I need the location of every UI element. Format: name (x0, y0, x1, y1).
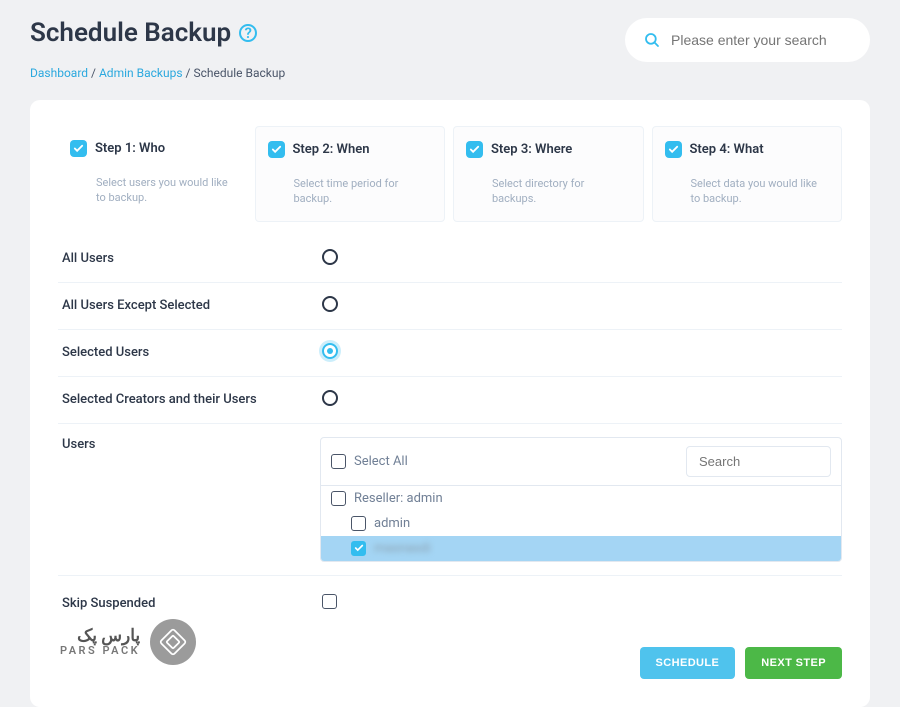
check-icon (70, 140, 87, 157)
help-icon[interactable]: ? (239, 24, 257, 42)
list-item-label: admin (374, 516, 410, 531)
next-step-button[interactable]: NEXT STEP (745, 647, 842, 679)
checkbox-user-selected[interactable] (351, 541, 366, 556)
option-label: Selected Users (58, 345, 320, 360)
radio-all-users[interactable] (322, 249, 338, 265)
select-all-label: Select All (354, 454, 408, 469)
step-where[interactable]: Step 3: Where Select directory for backu… (453, 126, 644, 222)
schedule-button[interactable]: SCHEDULE (640, 647, 736, 679)
check-icon (665, 141, 682, 158)
step-desc: Select directory for backups. (466, 176, 631, 207)
steps-row: Step 1: Who Select users you would like … (58, 126, 842, 222)
step-desc: Select data you would like to backup. (665, 176, 830, 207)
breadcrumb-current: Schedule Backup (193, 66, 285, 80)
step-when[interactable]: Step 2: When Select time period for back… (255, 126, 446, 222)
radio-all-except[interactable] (322, 296, 338, 312)
option-label: Selected Creators and their Users (58, 392, 320, 407)
breadcrumb-admin-backups[interactable]: Admin Backups (99, 66, 183, 80)
step-title: Step 2: When (293, 142, 370, 157)
users-panel: Select All Reseller: admin admin masnasd… (320, 437, 842, 562)
step-title: Step 1: Who (95, 141, 165, 156)
radio-selected-users[interactable] (322, 343, 338, 359)
main-card: Step 1: Who Select users you would like … (30, 100, 870, 707)
radio-selected-creators[interactable] (322, 390, 338, 406)
step-who[interactable]: Step 1: Who Select users you would like … (58, 126, 247, 222)
breadcrumb: Dashboard / Admin Backups / Schedule Bac… (30, 66, 900, 80)
breadcrumb-sep: / (186, 66, 191, 80)
step-desc: Select users you would like to backup. (70, 175, 235, 206)
option-selected-users[interactable]: Selected Users (58, 330, 842, 377)
list-item-reseller[interactable]: Reseller: admin (321, 486, 841, 511)
list-item-user[interactable]: masnasdi (321, 536, 841, 561)
breadcrumb-sep: / (91, 66, 96, 80)
step-title: Step 3: Where (491, 142, 572, 157)
logo-text-ar: پارس پک (60, 628, 140, 645)
list-item-user[interactable]: admin (321, 511, 841, 536)
option-label: All Users Except Selected (58, 298, 320, 313)
checkbox-user-admin[interactable] (351, 516, 366, 531)
list-item-label: Reseller: admin (354, 491, 443, 506)
search-icon (643, 31, 661, 49)
users-search-input[interactable] (686, 446, 831, 477)
option-label: All Users (58, 251, 320, 266)
option-selected-creators[interactable]: Selected Creators and their Users (58, 377, 842, 424)
page-title: Schedule Backup ? (30, 18, 257, 48)
step-title: Step 4: What (690, 142, 764, 157)
checkbox-skip-suspended[interactable] (322, 594, 337, 609)
logo-text-en: PARS PACK (60, 645, 140, 656)
skip-label: Skip Suspended (58, 596, 320, 611)
option-all-except[interactable]: All Users Except Selected (58, 283, 842, 330)
step-what[interactable]: Step 4: What Select data you would like … (652, 126, 843, 222)
select-all[interactable]: Select All (331, 454, 408, 469)
users-section: Users Select All Reseller: admin admin (58, 424, 842, 576)
users-list[interactable]: Reseller: admin admin masnasdi (321, 485, 841, 561)
option-all-users[interactable]: All Users (58, 236, 842, 283)
global-search[interactable] (625, 18, 870, 62)
step-desc: Select time period for backup. (268, 176, 433, 207)
parspack-logo: پارس پک PARS PACK (60, 619, 196, 665)
page-title-text: Schedule Backup (30, 18, 231, 48)
check-icon (268, 141, 285, 158)
users-label: Users (62, 437, 95, 452)
checkbox-select-all[interactable] (331, 454, 346, 469)
search-input[interactable] (671, 32, 852, 48)
check-icon (466, 141, 483, 158)
checkbox-reseller-admin[interactable] (331, 491, 346, 506)
list-item-label: masnasdi (374, 541, 431, 556)
breadcrumb-dashboard[interactable]: Dashboard (30, 66, 88, 80)
logo-mark-icon (150, 619, 196, 665)
skip-suspended-row: Skip Suspended (58, 576, 842, 613)
